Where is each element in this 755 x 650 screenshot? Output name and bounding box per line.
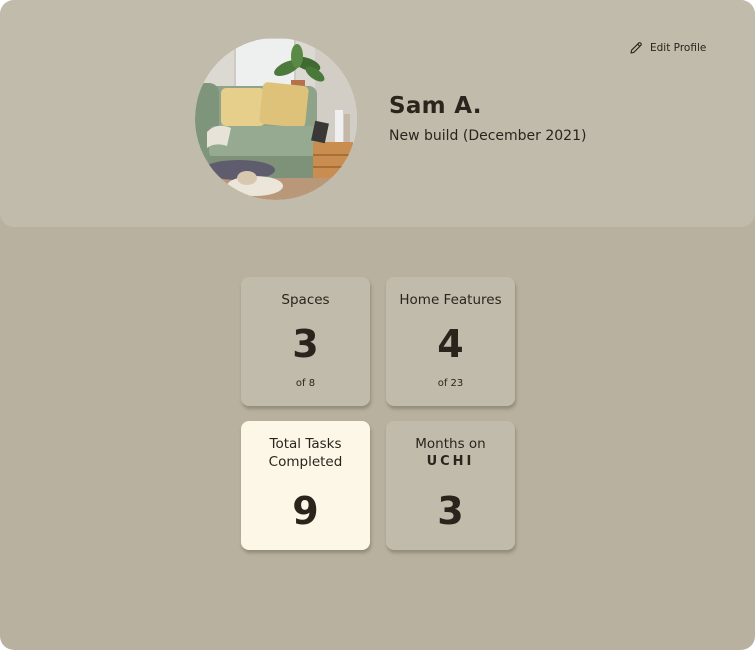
spaces-value: 3 <box>292 322 319 366</box>
home-features-total: of 23 <box>437 378 464 389</box>
months-value: 3 <box>437 489 464 533</box>
edit-profile-button[interactable]: Edit Profile <box>628 40 706 56</box>
total-tasks-card[interactable]: Total Tasks Completed 9 <box>241 421 370 550</box>
total-tasks-value: 9 <box>292 489 319 533</box>
avatar <box>195 38 357 200</box>
profile-header: Sam A. New build (December 2021) Edit Pr… <box>0 0 755 227</box>
spaces-total: of 8 <box>295 378 316 389</box>
profile-name: Sam A. <box>389 93 482 119</box>
total-tasks-title: Total Tasks Completed <box>241 435 370 471</box>
months-title-text: Months on <box>415 436 486 452</box>
pencil-icon <box>630 42 642 54</box>
profile-subtitle: New build (December 2021) <box>389 128 587 144</box>
total-tasks-title-line1: Total Tasks <box>269 436 342 452</box>
edit-profile-label: Edit Profile <box>650 42 707 54</box>
spaces-title: Spaces <box>281 292 330 308</box>
months-card[interactable]: Months on UCHI 3 <box>386 421 515 550</box>
spaces-card[interactable]: Spaces 3 of 8 <box>241 277 370 406</box>
living-room-photo <box>195 38 357 200</box>
brand-name: UCHI <box>426 454 475 469</box>
home-features-title: Home Features <box>399 292 502 308</box>
months-title: Months on UCHI <box>386 435 515 471</box>
home-features-value: 4 <box>437 322 464 366</box>
profile-page: Sam A. New build (December 2021) Edit Pr… <box>0 0 755 650</box>
total-tasks-title-line2: Completed <box>268 454 343 470</box>
home-features-card[interactable]: Home Features 4 of 23 <box>386 277 515 406</box>
